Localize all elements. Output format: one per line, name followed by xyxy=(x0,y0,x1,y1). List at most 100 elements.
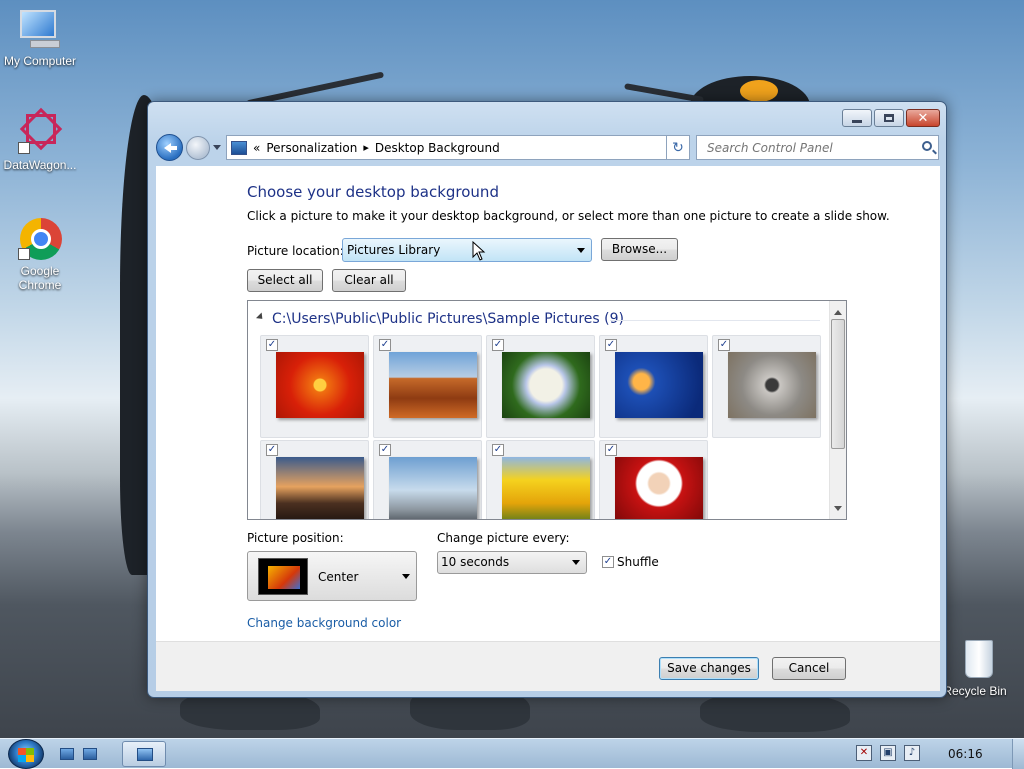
penguin-patch xyxy=(740,80,778,102)
search-input[interactable] xyxy=(705,139,910,156)
koala-thumbnail xyxy=(728,352,816,418)
chevron-down-icon xyxy=(572,560,580,569)
picture-checkbox[interactable]: ✓ xyxy=(379,339,391,351)
change-picture-select[interactable]: 10 seconds xyxy=(437,551,587,574)
clock[interactable]: 06:16 xyxy=(948,747,983,761)
cancel-button[interactable]: Cancel xyxy=(772,657,846,680)
explorer-quicklaunch-icon[interactable] xyxy=(83,748,97,760)
chevron-down-icon xyxy=(402,574,410,583)
collapse-icon[interactable] xyxy=(255,312,269,325)
picture-checkbox[interactable]: ✓ xyxy=(266,339,278,351)
picture-position-label: Picture position: xyxy=(247,531,344,545)
volume-icon[interactable]: ♪ xyxy=(904,745,920,761)
dialog-footer: Save changes Cancel xyxy=(156,641,940,691)
change-picture-value: 10 seconds xyxy=(441,555,510,569)
gallery-group-header[interactable]: C:\Users\Public\Public Pictures\Sample P… xyxy=(255,311,624,327)
scrollbar-thumb[interactable] xyxy=(831,319,845,449)
picture-tile[interactable]: ✓ xyxy=(373,440,482,519)
forward-button[interactable] xyxy=(186,136,210,160)
browse-button[interactable]: Browse... xyxy=(601,238,678,261)
picture-tile[interactable]: ✓ xyxy=(486,335,595,438)
taskbar-control-panel-button[interactable] xyxy=(122,741,166,767)
shuffle-option[interactable]: ✓ Shuffle xyxy=(602,555,659,569)
start-button[interactable] xyxy=(8,739,44,769)
picture-checkbox[interactable]: ✓ xyxy=(492,444,504,456)
address-chevron[interactable]: « xyxy=(253,141,260,155)
picture-tile[interactable]: ✓ xyxy=(486,440,595,519)
close-button[interactable]: ✕ xyxy=(906,109,940,127)
change-picture-label: Change picture every: xyxy=(437,531,570,545)
picture-tile[interactable]: ✓ xyxy=(712,335,821,438)
desktop-icon-google-chrome[interactable]: Google Chrome xyxy=(0,218,80,292)
scroll-up-icon[interactable] xyxy=(834,306,842,315)
picture-checkbox[interactable]: ✓ xyxy=(266,444,278,456)
jellyfish-thumbnail xyxy=(615,352,703,418)
show-desktop-button[interactable] xyxy=(1012,739,1024,769)
picture-position-select[interactable]: Center xyxy=(247,551,417,601)
picture-checkbox[interactable]: ✓ xyxy=(492,339,504,351)
change-background-color-link[interactable]: Change background color xyxy=(247,616,401,630)
position-preview-icon xyxy=(258,558,308,595)
minimize-button[interactable] xyxy=(842,109,872,127)
control-panel-icon xyxy=(231,140,247,155)
shuffle-checkbox[interactable]: ✓ xyxy=(602,556,614,568)
breadcrumb-desktop-background[interactable]: Desktop Background xyxy=(375,141,500,155)
page-title: Choose your desktop background xyxy=(247,183,499,201)
penguin-beak-right xyxy=(624,83,704,103)
picture-checkbox[interactable]: ✓ xyxy=(605,339,617,351)
shuffle-label: Shuffle xyxy=(617,555,659,569)
show-desktop-quicklaunch-icon[interactable] xyxy=(60,748,74,760)
maximize-icon xyxy=(884,114,894,122)
refresh-button[interactable]: ↻ xyxy=(666,135,690,160)
picture-tile[interactable]: ✓ xyxy=(599,440,708,519)
search-icon[interactable] xyxy=(922,141,932,151)
chevron-down-icon xyxy=(577,248,585,257)
recycle-bin-icon xyxy=(951,638,999,682)
breadcrumb-personalization[interactable]: Personalization xyxy=(266,141,357,155)
clear-all-button[interactable]: Clear all xyxy=(332,269,406,292)
tulips-thumbnail xyxy=(502,457,590,519)
refresh-icon: ↻ xyxy=(672,139,684,156)
picture-location-value: Pictures Library xyxy=(347,243,441,257)
desktop-background-window: ✕ « Personalization ▸ Desktop Background… xyxy=(147,101,947,698)
picture-tile[interactable]: ✓ xyxy=(260,335,369,438)
picture-location-select[interactable]: Pictures Library xyxy=(342,238,592,262)
picture-position-value: Center xyxy=(318,570,359,584)
picture-checkbox[interactable]: ✓ xyxy=(379,444,391,456)
picture-checkbox[interactable]: ✓ xyxy=(718,339,730,351)
action-center-icon[interactable]: ✕ xyxy=(856,745,872,761)
save-changes-button[interactable]: Save changes xyxy=(659,657,759,680)
rock xyxy=(700,692,850,732)
caption-buttons: ✕ xyxy=(842,109,940,127)
desktop-icon-label: Recycle Bin xyxy=(943,684,1007,698)
picture-checkbox[interactable]: ✓ xyxy=(605,444,617,456)
minimize-icon xyxy=(852,119,862,123)
breadcrumb-separator-icon[interactable]: ▸ xyxy=(363,141,369,154)
maximize-button[interactable] xyxy=(874,109,904,127)
address-bar[interactable]: « Personalization ▸ Desktop Background xyxy=(226,135,688,160)
desktop-icon-my-computer[interactable]: My Computer xyxy=(0,8,80,68)
recent-pages-dropdown[interactable] xyxy=(213,145,221,154)
navigation-bar: « Personalization ▸ Desktop Background ↻ xyxy=(156,132,940,162)
picture-tile[interactable]: ✓ xyxy=(260,440,369,519)
desktop-icon-datawagon[interactable]: DataWagon... xyxy=(0,107,80,172)
picture-tile[interactable]: ✓ xyxy=(373,335,482,438)
search-box xyxy=(696,135,939,160)
back-button[interactable] xyxy=(156,134,183,161)
desktop-icon-label: Google Chrome xyxy=(18,264,62,292)
desktop-icon-label: My Computer xyxy=(3,54,77,68)
santa-thumbnail xyxy=(615,457,703,519)
lighthouse-thumbnail xyxy=(276,457,364,519)
picture-tile[interactable]: ✓ xyxy=(599,335,708,438)
system-tray: ✕ ▣ ♪ xyxy=(856,745,920,761)
back-arrow-icon xyxy=(169,146,177,150)
gallery-scrollbar[interactable] xyxy=(829,301,846,519)
desktop-icon-label: DataWagon... xyxy=(3,158,77,172)
picture-gallery: C:\Users\Public\Public Pictures\Sample P… xyxy=(247,300,847,520)
taskbar: ✕ ▣ ♪ 06:16 xyxy=(0,738,1024,769)
computer-icon xyxy=(16,8,64,52)
network-icon[interactable]: ▣ xyxy=(880,745,896,761)
scroll-down-icon[interactable] xyxy=(834,506,842,515)
select-all-button[interactable]: Select all xyxy=(247,269,323,292)
desktop-icon-recycle-bin[interactable]: Recycle Bin xyxy=(935,638,1015,698)
